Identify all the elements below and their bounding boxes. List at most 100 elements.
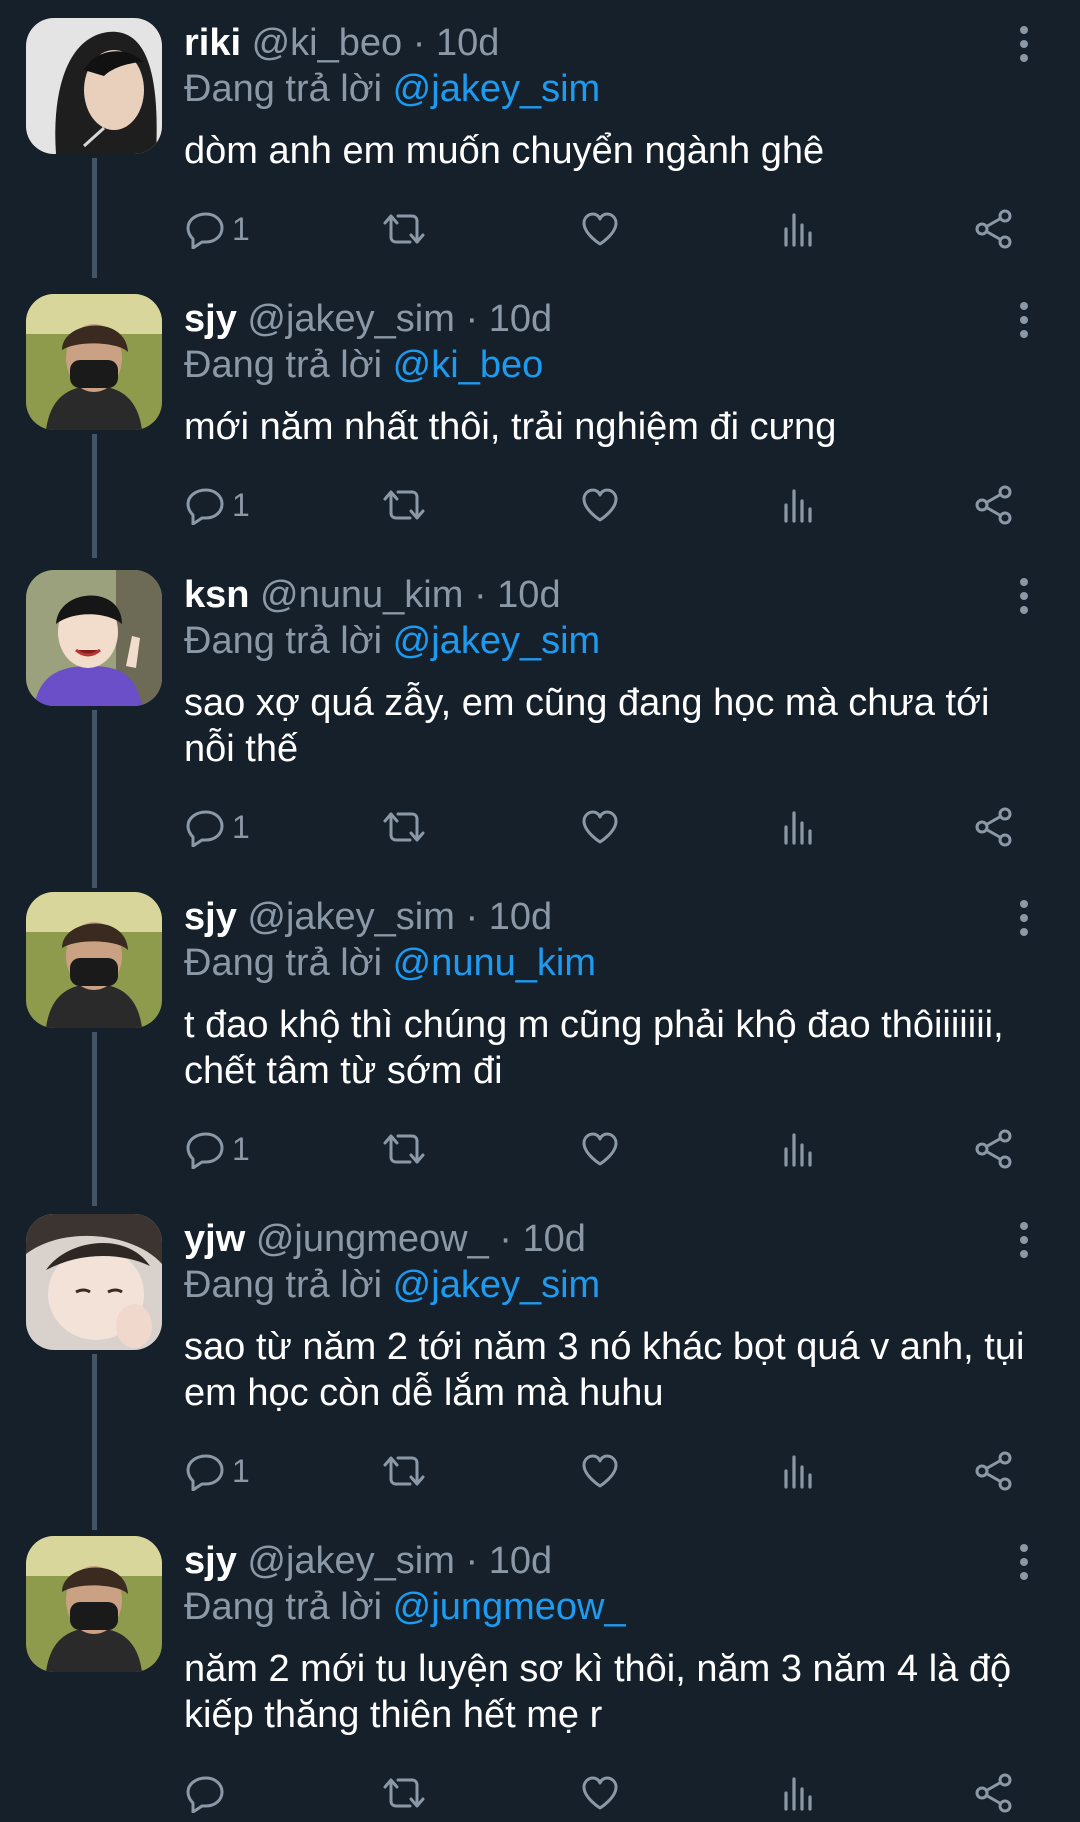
reply-icon xyxy=(186,1129,226,1169)
user-handle[interactable]: @jungmeow_ xyxy=(256,1218,489,1260)
timestamp[interactable]: 10d xyxy=(489,896,552,938)
reply-mention[interactable]: @jungmeow_ xyxy=(393,1586,626,1628)
more-icon[interactable] xyxy=(1010,576,1038,616)
tweet-text: mới năm nhất thôi, trải nghiệm đi cưng xyxy=(184,406,837,448)
avatar[interactable] xyxy=(26,892,162,1028)
like-button[interactable] xyxy=(580,1768,620,1818)
analytics-button[interactable] xyxy=(778,1446,818,1496)
reply-mention[interactable]: @jakey_sim xyxy=(393,620,601,662)
tweet-header: yjw @jungmeow_ · 10d xyxy=(184,1216,586,1262)
retweet-button[interactable] xyxy=(382,204,426,254)
analytics-icon xyxy=(778,1129,818,1169)
user-handle[interactable]: @jakey_sim xyxy=(247,298,455,340)
action-bar: 1 xyxy=(0,204,1080,254)
share-button[interactable] xyxy=(974,1124,1014,1174)
separator-dot: · xyxy=(412,22,426,64)
user-handle[interactable]: @jakey_sim xyxy=(247,1540,455,1582)
timestamp[interactable]: 10d xyxy=(489,1540,552,1582)
tweet-header: sjy @jakey_sim · 10d xyxy=(184,296,552,342)
share-icon xyxy=(974,807,1014,847)
like-button[interactable] xyxy=(580,802,620,852)
reply-count: 1 xyxy=(232,1130,250,1167)
replying-label: Đang trả lời xyxy=(184,344,383,386)
user-handle[interactable]: @jakey_sim xyxy=(247,896,455,938)
more-icon[interactable] xyxy=(1010,898,1038,938)
share-icon xyxy=(974,1129,1014,1169)
analytics-button[interactable] xyxy=(778,1124,818,1174)
retweet-button[interactable] xyxy=(382,480,426,530)
share-button[interactable] xyxy=(974,1446,1014,1496)
action-bar: 1 xyxy=(0,1124,1080,1174)
reply-tweet[interactable]: riki @ki_beo · 10d Đang trả lời @jakey_s… xyxy=(0,0,1080,276)
avatar[interactable] xyxy=(26,1214,162,1350)
analytics-button[interactable] xyxy=(778,1768,818,1818)
display-name[interactable]: sjy xyxy=(184,298,237,340)
reply-button[interactable]: 1 xyxy=(186,1446,250,1496)
reply-tweet[interactable]: yjw @jungmeow_ · 10d Đang trả lời @jakey… xyxy=(0,1196,1080,1518)
display-name[interactable]: riki xyxy=(184,22,241,64)
like-icon xyxy=(580,1773,620,1813)
share-button[interactable] xyxy=(974,204,1014,254)
reply-mention[interactable]: @ki_beo xyxy=(393,344,544,386)
more-icon[interactable] xyxy=(1010,300,1038,340)
display-name[interactable]: yjw xyxy=(184,1218,245,1260)
reply-button[interactable]: 1 xyxy=(186,802,250,852)
reply-button[interactable] xyxy=(186,1768,232,1818)
like-button[interactable] xyxy=(580,1124,620,1174)
tweet-text: dòm anh em muốn chuyển ngành ghê xyxy=(184,130,825,172)
replying-label: Đang trả lời xyxy=(184,1586,383,1628)
reply-button[interactable]: 1 xyxy=(186,1124,250,1174)
reply-tweet[interactable]: sjy @jakey_sim · 10d Đang trả lời @nunu_… xyxy=(0,874,1080,1196)
share-button[interactable] xyxy=(974,1768,1014,1818)
more-icon[interactable] xyxy=(1010,1220,1038,1260)
analytics-icon xyxy=(778,807,818,847)
action-bar: 1 xyxy=(0,480,1080,530)
share-button[interactable] xyxy=(974,480,1014,530)
reply-mention[interactable]: @jakey_sim xyxy=(393,1264,601,1306)
separator-dot: · xyxy=(465,298,479,340)
analytics-button[interactable] xyxy=(778,480,818,530)
like-button[interactable] xyxy=(580,1446,620,1496)
reply-mention[interactable]: @jakey_sim xyxy=(393,68,601,110)
retweet-button[interactable] xyxy=(382,1446,426,1496)
avatar[interactable] xyxy=(26,294,162,430)
reply-button[interactable]: 1 xyxy=(186,204,250,254)
reply-tweet[interactable]: sjy @jakey_sim · 10d Đang trả lời @jungm… xyxy=(0,1518,1080,1822)
user-handle[interactable]: @nunu_kim xyxy=(260,574,463,616)
display-name[interactable]: sjy xyxy=(184,896,237,938)
retweet-button[interactable] xyxy=(382,1124,426,1174)
reply-tweet[interactable]: sjy @jakey_sim · 10d Đang trả lời @ki_be… xyxy=(0,276,1080,552)
avatar[interactable] xyxy=(26,1536,162,1672)
display-name[interactable]: ksn xyxy=(184,574,249,616)
retweet-icon xyxy=(382,485,426,525)
retweet-icon xyxy=(382,209,426,249)
reply-tweet[interactable]: ksn @nunu_kim · 10d Đang trả lời @jakey_… xyxy=(0,552,1080,874)
timestamp[interactable]: 10d xyxy=(497,574,560,616)
more-icon[interactable] xyxy=(1010,1542,1038,1582)
replying-to: Đang trả lời @jakey_sim xyxy=(184,66,600,112)
reply-button[interactable]: 1 xyxy=(186,480,250,530)
retweet-button[interactable] xyxy=(382,1768,426,1818)
analytics-icon xyxy=(778,485,818,525)
display-name[interactable]: sjy xyxy=(184,1540,237,1582)
avatar[interactable] xyxy=(26,18,162,154)
timestamp[interactable]: 10d xyxy=(436,22,499,64)
replying-label: Đang trả lời xyxy=(184,942,383,984)
like-icon xyxy=(580,807,620,847)
more-icon[interactable] xyxy=(1010,24,1038,64)
like-button[interactable] xyxy=(580,204,620,254)
avatar[interactable] xyxy=(26,570,162,706)
analytics-button[interactable] xyxy=(778,802,818,852)
action-bar: 1 xyxy=(0,1446,1080,1496)
like-button[interactable] xyxy=(580,480,620,530)
user-handle[interactable]: @ki_beo xyxy=(252,22,403,64)
retweet-button[interactable] xyxy=(382,802,426,852)
retweet-icon xyxy=(382,1773,426,1813)
reply-mention[interactable]: @nunu_kim xyxy=(393,942,596,984)
separator-dot: · xyxy=(465,896,479,938)
timestamp[interactable]: 10d xyxy=(523,1218,586,1260)
replying-to: Đang trả lời @jungmeow_ xyxy=(184,1584,626,1630)
analytics-button[interactable] xyxy=(778,204,818,254)
share-button[interactable] xyxy=(974,802,1014,852)
timestamp[interactable]: 10d xyxy=(489,298,552,340)
